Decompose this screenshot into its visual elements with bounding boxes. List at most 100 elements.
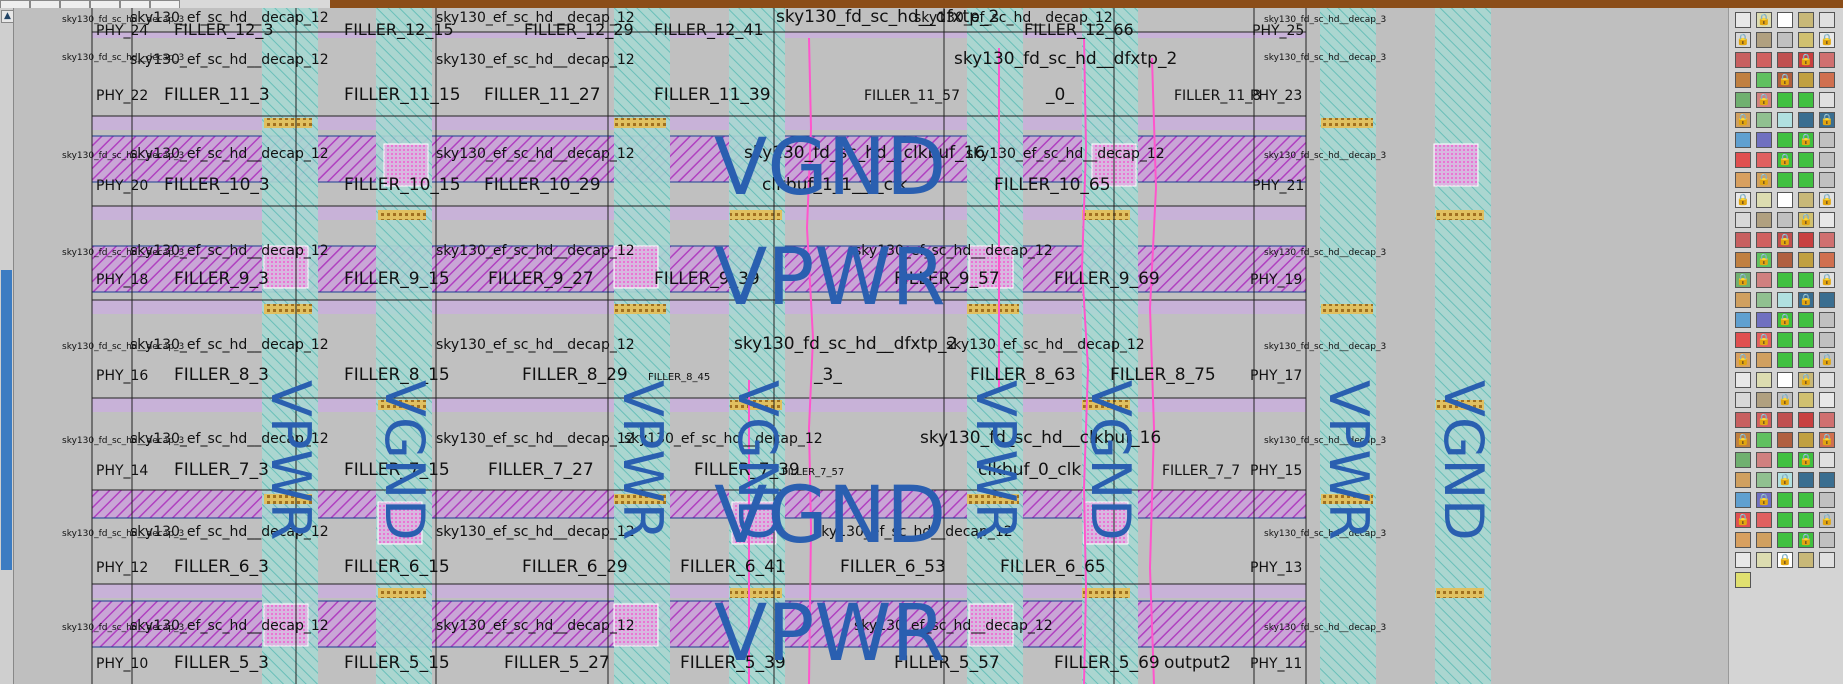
- layer-swatch[interactable]: [1756, 112, 1772, 128]
- layer-swatch[interactable]: [1756, 72, 1772, 88]
- layer-swatch[interactable]: 🔒: [1756, 172, 1772, 188]
- vertical-scrollbar[interactable]: ▲: [0, 8, 14, 684]
- layer-swatch[interactable]: 🔒: [1756, 92, 1772, 108]
- layer-swatch[interactable]: [1777, 32, 1793, 48]
- layer-swatch[interactable]: [1777, 112, 1793, 128]
- layer-swatch[interactable]: [1819, 12, 1835, 28]
- layer-swatch[interactable]: [1735, 172, 1751, 188]
- layer-swatch[interactable]: 🔒: [1777, 552, 1793, 568]
- layer-swatch[interactable]: [1735, 72, 1751, 88]
- layer-swatch[interactable]: [1798, 332, 1814, 348]
- layer-swatch[interactable]: 🔒: [1735, 112, 1751, 128]
- layer-swatch[interactable]: 🔒: [1777, 232, 1793, 248]
- layer-swatch[interactable]: [1777, 52, 1793, 68]
- layer-swatch[interactable]: [1819, 412, 1835, 428]
- layer-swatch[interactable]: [1735, 532, 1751, 548]
- layer-swatch[interactable]: 🔒: [1756, 412, 1772, 428]
- layer-swatch[interactable]: [1735, 492, 1751, 508]
- layer-swatch[interactable]: [1777, 92, 1793, 108]
- layer-swatch[interactable]: [1756, 32, 1772, 48]
- layer-swatch[interactable]: [1735, 292, 1751, 308]
- layer-swatch[interactable]: 🔒: [1735, 192, 1751, 208]
- layer-swatch[interactable]: [1798, 412, 1814, 428]
- layer-swatch[interactable]: 🔒: [1777, 392, 1793, 408]
- layer-swatch[interactable]: 🔒: [1756, 492, 1772, 508]
- layer-swatch[interactable]: [1819, 52, 1835, 68]
- layer-swatch[interactable]: [1798, 32, 1814, 48]
- layer-swatch[interactable]: [1756, 132, 1772, 148]
- layer-swatch[interactable]: [1819, 92, 1835, 108]
- layer-swatch[interactable]: [1756, 372, 1772, 388]
- layer-swatch[interactable]: [1798, 152, 1814, 168]
- layer-swatch[interactable]: [1798, 472, 1814, 488]
- layer-swatch[interactable]: [1735, 392, 1751, 408]
- layer-swatch[interactable]: 🔒: [1819, 432, 1835, 448]
- layer-swatch[interactable]: [1777, 252, 1793, 268]
- layer-swatch[interactable]: 🔒: [1756, 252, 1772, 268]
- layer-swatch[interactable]: 🔒: [1819, 32, 1835, 48]
- layer-swatch[interactable]: [1756, 532, 1772, 548]
- layer-swatch[interactable]: [1798, 392, 1814, 408]
- layer-swatch[interactable]: [1735, 372, 1751, 388]
- layer-swatch[interactable]: 🔒: [1735, 32, 1751, 48]
- layer-swatch[interactable]: [1798, 352, 1814, 368]
- layer-swatch[interactable]: [1777, 412, 1793, 428]
- layer-swatch[interactable]: [1756, 432, 1772, 448]
- layer-swatch[interactable]: [1756, 392, 1772, 408]
- layer-swatch[interactable]: [1819, 472, 1835, 488]
- layer-swatch[interactable]: 🔒: [1777, 312, 1793, 328]
- layer-swatch[interactable]: [1735, 312, 1751, 328]
- layer-swatch[interactable]: 🔒: [1819, 512, 1835, 528]
- layer-swatch[interactable]: [1777, 492, 1793, 508]
- layer-swatch[interactable]: 🔒: [1735, 352, 1751, 368]
- scroll-up-arrow-icon[interactable]: ▲: [1, 10, 14, 23]
- layer-swatch[interactable]: [1756, 352, 1772, 368]
- layer-swatch[interactable]: 🔒: [1735, 272, 1751, 288]
- layer-swatch[interactable]: [1798, 112, 1814, 128]
- layer-swatch[interactable]: [1819, 132, 1835, 148]
- layer-swatch[interactable]: [1777, 512, 1793, 528]
- layer-swatch[interactable]: [1735, 232, 1751, 248]
- layer-swatch[interactable]: [1777, 432, 1793, 448]
- layer-swatch[interactable]: [1819, 252, 1835, 268]
- layer-swatch[interactable]: [1819, 72, 1835, 88]
- layer-swatch[interactable]: [1735, 212, 1751, 228]
- layer-swatch[interactable]: [1819, 312, 1835, 328]
- layer-swatch[interactable]: [1756, 292, 1772, 308]
- layer-swatch[interactable]: [1735, 412, 1751, 428]
- layer-swatch[interactable]: [1756, 452, 1772, 468]
- layer-swatch[interactable]: [1777, 292, 1793, 308]
- layer-swatch[interactable]: [1819, 532, 1835, 548]
- layer-swatch[interactable]: 🔒: [1756, 332, 1772, 348]
- layer-swatch[interactable]: [1777, 192, 1793, 208]
- layer-swatch[interactable]: [1756, 152, 1772, 168]
- layer-swatch[interactable]: [1798, 512, 1814, 528]
- layer-swatch[interactable]: [1819, 212, 1835, 228]
- layer-swatch[interactable]: 🔒: [1819, 192, 1835, 208]
- layer-swatch[interactable]: [1756, 552, 1772, 568]
- layer-swatch[interactable]: 🔒: [1798, 292, 1814, 308]
- layer-swatch[interactable]: 🔒: [1819, 352, 1835, 368]
- layer-swatch[interactable]: [1819, 452, 1835, 468]
- layer-swatch[interactable]: [1798, 272, 1814, 288]
- layer-swatch[interactable]: 🔒: [1777, 72, 1793, 88]
- layer-swatch[interactable]: [1777, 352, 1793, 368]
- layer-swatch[interactable]: [1798, 72, 1814, 88]
- layer-swatch[interactable]: [1777, 332, 1793, 348]
- layer-swatch[interactable]: [1756, 232, 1772, 248]
- layer-swatch[interactable]: 🔒: [1756, 12, 1772, 28]
- layer-swatch[interactable]: [1735, 132, 1751, 148]
- layer-swatch[interactable]: [1819, 372, 1835, 388]
- scrollbar-thumb[interactable]: [1, 270, 12, 570]
- layer-swatch[interactable]: [1735, 332, 1751, 348]
- layer-swatch[interactable]: 🔒: [1819, 112, 1835, 128]
- layer-swatch[interactable]: [1798, 12, 1814, 28]
- layer-swatch[interactable]: [1777, 132, 1793, 148]
- layer-swatch[interactable]: [1756, 272, 1772, 288]
- layer-swatch[interactable]: [1777, 272, 1793, 288]
- layer-swatch[interactable]: [1735, 572, 1751, 588]
- layer-swatch[interactable]: 🔒: [1735, 432, 1751, 448]
- layer-swatch[interactable]: [1756, 212, 1772, 228]
- layout-canvas[interactable]: sky130_fd_sc_hd__decap_3 sky130_fd_sc_hd…: [14, 8, 1728, 684]
- layer-swatch[interactable]: [1819, 552, 1835, 568]
